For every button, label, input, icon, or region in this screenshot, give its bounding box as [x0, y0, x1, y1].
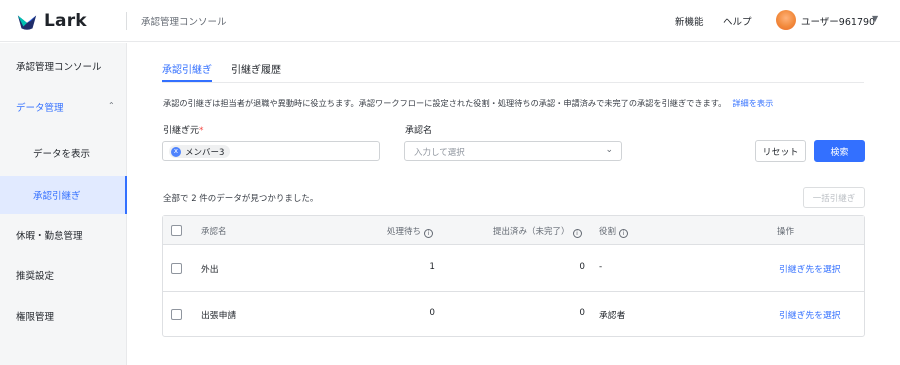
select-all-checkbox[interactable] [171, 225, 182, 236]
sidebar-item-label: 休暇・勤怠管理 [16, 231, 83, 242]
top-bar: Lark 承認管理コンソール 新機能 ヘルプ ユーザー961790 ▼ [0, 0, 900, 42]
sidebar-item-label: データを表示 [33, 149, 91, 160]
sidebar-item-label: 権限管理 [16, 312, 55, 323]
avatar[interactable] [776, 10, 796, 30]
lark-logo-icon [17, 15, 37, 30]
search-button[interactable]: 検索 [814, 140, 865, 162]
row-pending: 0 [429, 308, 435, 318]
approval-name-label: 承認名 [405, 126, 433, 136]
sidebar: 承認管理コンソール データ管理 ⌃ データを表示 承認引継ぎ 休暇・勤怠管理 推… [0, 43, 127, 365]
lark-logo[interactable]: Lark [16, 9, 87, 33]
app-title: 承認管理コンソール [141, 17, 227, 28]
reset-button[interactable]: リセット [755, 140, 806, 162]
member-tag: x メンバー3 [169, 145, 231, 158]
row-approval-name: 出張申請 [201, 311, 237, 321]
approval-table: 承認名 処理待ち i 提出済み（未完了） i 役割 i 操作 外出 1 0 - 引継ぎ… [162, 215, 865, 337]
sidebar-item-data-management[interactable]: データ管理 ⌃ [0, 88, 127, 126]
sidebar-item-permissions[interactable]: 権限管理 [0, 297, 127, 335]
header-action: 操作 [777, 227, 795, 237]
approval-name-placeholder: 入力して選択 [414, 148, 465, 158]
row-role: - [599, 262, 603, 272]
tab-handover-history[interactable]: 引継ぎ履歴 [231, 61, 281, 76]
info-icon[interactable]: i [619, 229, 629, 238]
view-details-link[interactable]: 詳細を表示 [732, 98, 773, 108]
description-text: 承認の引継ぎは担当者が退職や異動時に役立ちます。承認ワークフローに設定された役割… [163, 98, 727, 108]
chevron-down-icon: ⌄ [605, 145, 613, 155]
header-role: 役割 i [599, 225, 629, 238]
row-checkbox[interactable] [171, 263, 182, 274]
header-approval-name: 承認名 [201, 227, 227, 237]
header-role-label: 役割 [599, 227, 617, 237]
sidebar-item-leave-attendance[interactable]: 休暇・勤怠管理 [0, 216, 127, 254]
row-submitted: 0 [579, 308, 585, 318]
required-mark: * [199, 126, 204, 136]
new-features-link[interactable]: 新機能 [675, 14, 704, 28]
sidebar-item-label: データ管理 [16, 103, 64, 114]
source-member-input[interactable]: x メンバー3 [162, 141, 380, 161]
result-count-text: 全部で 2 件のデータが見つかりました。 [163, 194, 319, 204]
help-link[interactable]: ヘルプ [723, 14, 752, 28]
row-approval-name: 外出 [201, 265, 219, 275]
logo-text: Lark [44, 11, 87, 31]
sidebar-item-label: 承認管理コンソール [16, 62, 102, 73]
row-role: 承認者 [599, 311, 626, 321]
header-submitted-label: 提出済み（未完了） [493, 227, 570, 237]
sidebar-item-approval-console[interactable]: 承認管理コンソール [0, 47, 127, 85]
table-header: 承認名 処理待ち i 提出済み（未完了） i 役割 i 操作 [163, 216, 864, 245]
row-checkbox[interactable] [171, 309, 182, 320]
approval-name-select[interactable]: 入力して選択 ⌄ [404, 141, 622, 161]
row-submitted: 0 [579, 262, 585, 272]
table-row: 出張申請 0 0 承認者 引継ぎ先を選択 [163, 292, 864, 338]
header-divider [126, 12, 127, 30]
sidebar-item-view-data[interactable]: データを表示 [0, 134, 127, 172]
select-handover-target-link[interactable]: 引継ぎ先を選択 [779, 262, 841, 275]
sidebar-item-label: 承認引継ぎ [33, 191, 81, 202]
info-icon[interactable]: i [424, 229, 434, 238]
header-pending-label: 処理待ち [387, 227, 422, 237]
source-field-label: 引継ぎ元* [163, 123, 204, 136]
member-tag-label: メンバー3 [185, 147, 225, 158]
table-row: 外出 1 0 - 引継ぎ先を選択 [163, 246, 864, 292]
tab-divider [162, 82, 864, 83]
header-pending: 処理待ち i [387, 225, 434, 238]
user-menu-caret-icon[interactable]: ▼ [872, 14, 878, 23]
user-name[interactable]: ユーザー961790 [801, 14, 875, 28]
bulk-handover-button[interactable]: 一括引継ぎ [803, 187, 865, 208]
row-pending: 1 [429, 262, 435, 272]
sidebar-item-label: 推奨設定 [16, 271, 55, 282]
sidebar-item-recommended-settings[interactable]: 推奨設定 [0, 256, 127, 294]
select-handover-target-link[interactable]: 引継ぎ先を選択 [779, 308, 841, 321]
sidebar-item-approval-handover[interactable]: 承認引継ぎ [0, 176, 127, 214]
remove-tag-icon[interactable]: x [171, 146, 181, 157]
source-label-text: 引継ぎ元 [163, 126, 200, 136]
info-icon[interactable]: i [572, 229, 582, 238]
tab-approval-handover[interactable]: 承認引継ぎ [162, 61, 212, 76]
description: 承認の引継ぎは担当者が退職や異動時に役立ちます。承認ワークフローに設定された役割… [163, 97, 773, 109]
header-submitted: 提出済み（未完了） i [493, 225, 582, 238]
chevron-up-icon: ⌃ [108, 101, 115, 110]
